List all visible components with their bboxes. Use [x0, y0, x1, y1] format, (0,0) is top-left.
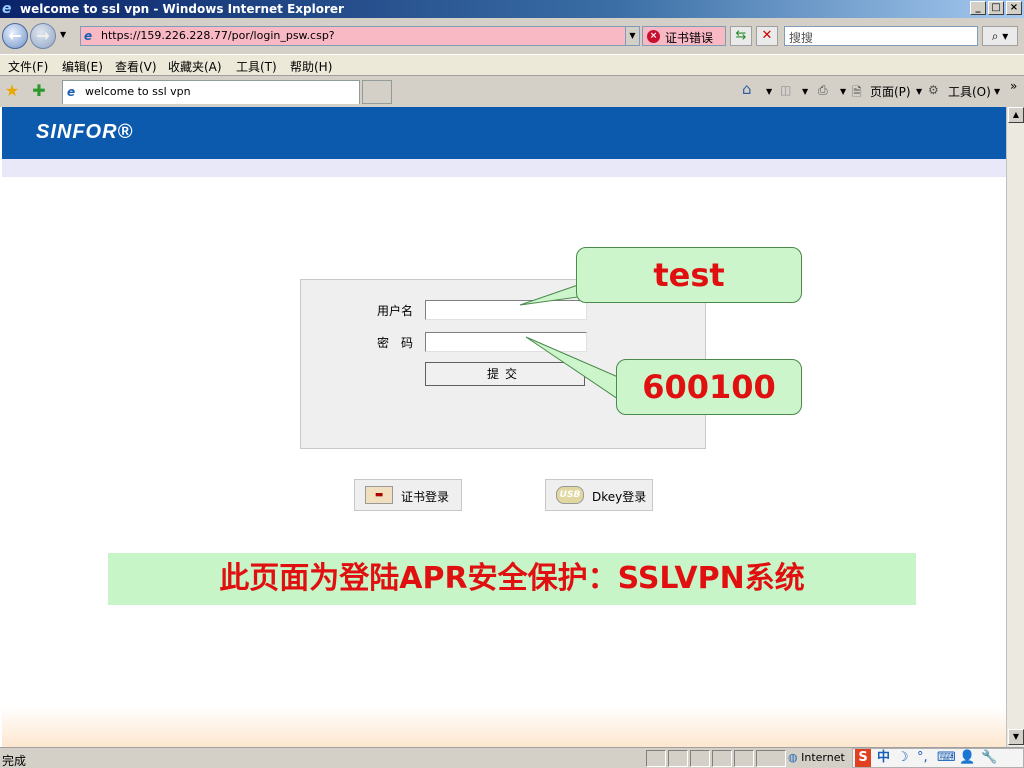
new-tab-button[interactable]	[362, 80, 392, 104]
certificate-icon: ▬	[365, 486, 393, 504]
cert-login-label: 证书登录	[401, 490, 450, 504]
menu-tools[interactable]: 工具(T)	[236, 58, 277, 75]
password-label: 密 码	[377, 336, 414, 350]
history-dropdown[interactable]: ▼	[60, 30, 66, 39]
header-banner: SINFOR®	[2, 107, 1006, 159]
shield-error-icon: ×	[647, 30, 660, 43]
zone-label: Internet	[801, 751, 845, 764]
username-callout: test	[576, 247, 802, 303]
window-title: welcome to ssl vpn - Windows Internet Ex…	[20, 2, 344, 16]
dkey-login-label: Dkey登录	[592, 490, 647, 504]
search-icon: ⌕ ▾	[991, 29, 1009, 43]
page-icon: e	[67, 85, 76, 99]
chevron-down-icon[interactable]: ▼	[994, 87, 1000, 96]
usb-key-icon: USB	[556, 486, 584, 504]
back-button[interactable]: ←	[2, 23, 28, 49]
menu-edit[interactable]: 编辑(E)	[62, 58, 103, 75]
ime-language[interactable]: 中	[877, 749, 890, 767]
username-input[interactable]	[425, 300, 587, 320]
status-cell	[756, 750, 786, 767]
arrow-left-icon: ←	[8, 26, 22, 45]
security-zone[interactable]: ◍ Internet	[788, 750, 858, 767]
page-menu-button[interactable]: 页面(P)	[870, 83, 911, 100]
maximize-button[interactable]: □	[988, 1, 1004, 15]
notice-text: 此页面为登陆APR安全保护：SSLVPN系统	[219, 561, 805, 596]
print-icon[interactable]: ⎙	[818, 83, 828, 98]
refresh-button[interactable]: ⇆	[730, 26, 752, 46]
user-icon[interactable]: 👤	[959, 749, 975, 767]
menu-view[interactable]: 查看(V)	[115, 58, 157, 75]
notice-banner: 此页面为登陆APR安全保护：SSLVPN系统	[108, 553, 916, 605]
search-input[interactable]: 搜搜	[784, 26, 978, 46]
menu-help[interactable]: 帮助(H)	[290, 58, 332, 75]
moon-icon[interactable]: ☽	[897, 749, 909, 767]
status-cell	[712, 750, 732, 767]
tools-menu-button[interactable]: 工具(O)	[948, 83, 991, 100]
cert-error-label: 证书错误	[665, 31, 714, 45]
add-favorite-icon[interactable]: ✚	[30, 82, 48, 100]
address-url: https://159.226.228.77/por/login_psw.csp…	[101, 29, 335, 42]
punctuation-icon[interactable]: °,	[917, 749, 928, 767]
menu-bar: 文件(F) 编辑(E) 查看(V) 收藏夹(A) 工具(T) 帮助(H)	[0, 54, 1024, 76]
ie-logo-icon: e	[2, 1, 12, 17]
page-menu-icon: 🗎	[852, 85, 862, 99]
favorites-star-icon[interactable]: ★	[3, 82, 21, 100]
scroll-up-arrow[interactable]: ▲	[1008, 107, 1024, 123]
scroll-down-arrow[interactable]: ▼	[1008, 729, 1024, 745]
address-dropdown[interactable]: ▼	[625, 27, 639, 45]
status-cell	[734, 750, 754, 767]
password-callout: 600100	[616, 359, 802, 415]
submit-button[interactable]: 提交	[425, 362, 585, 386]
home-icon[interactable]: ⌂	[742, 80, 752, 98]
cert-error-button[interactable]: × 证书错误	[642, 26, 726, 46]
chevron-down-icon[interactable]: ▼	[766, 87, 772, 96]
status-cell	[646, 750, 666, 767]
status-bar: 完成 ◍ Internet S 中 ☽ °, ⌨ 👤 🔧	[0, 747, 1024, 768]
page-viewport: SINFOR® 用户名 密 码 提交 ▬ 证书登录 USB Dkey登录 此页面…	[0, 107, 1006, 747]
stop-icon: ✕	[761, 28, 773, 43]
status-cell	[668, 750, 688, 767]
username-label: 用户名	[377, 304, 414, 318]
forward-button[interactable]: →	[30, 23, 56, 49]
arrow-right-icon: →	[36, 26, 50, 45]
chevron-down-icon: ▼	[60, 30, 67, 39]
tab-current[interactable]: e welcome to ssl vpn	[62, 80, 360, 104]
close-window-button[interactable]: ×	[1006, 1, 1022, 15]
ime-toolbar[interactable]: S 中 ☽ °, ⌨ 👤 🔧	[852, 748, 1024, 768]
dkey-login-button[interactable]: USB Dkey登录	[545, 479, 653, 511]
menu-favorites[interactable]: 收藏夹(A)	[168, 58, 222, 75]
password-input[interactable]	[425, 332, 587, 352]
window-titlebar: e welcome to ssl vpn - Windows Internet …	[0, 0, 1024, 18]
refresh-icon: ⇆	[735, 28, 747, 43]
wrench-icon[interactable]: 🔧	[981, 749, 997, 767]
minimize-button[interactable]: _	[970, 1, 986, 15]
keyboard-icon[interactable]: ⌨	[937, 749, 956, 767]
page-footer-fade	[2, 707, 1006, 747]
stop-button[interactable]: ✕	[756, 26, 778, 46]
chevron-down-icon[interactable]: ▼	[802, 87, 808, 96]
sogou-logo-icon: S	[855, 749, 871, 767]
page-icon: e	[84, 29, 93, 43]
tab-label: welcome to ssl vpn	[85, 85, 191, 98]
gear-icon: ⚙	[928, 83, 939, 97]
feeds-icon[interactable]: ◫	[780, 83, 791, 97]
status-cell	[690, 750, 710, 767]
status-text: 完成	[2, 754, 27, 768]
address-toolbar: ← → ▼ e https://159.226.228.77/por/login…	[0, 18, 1024, 53]
cert-login-button[interactable]: ▬ 证书登录	[354, 479, 462, 511]
globe-icon: ◍	[788, 751, 798, 764]
search-button[interactable]: ⌕ ▾	[982, 26, 1018, 46]
tab-bar: ★ ✚ e welcome to ssl vpn ⌂ ▼ ◫ ▼ ⎙ ▼ 🗎 页…	[0, 77, 1024, 106]
banner-stripe	[2, 159, 1006, 177]
more-chevron-icon[interactable]: »	[1010, 79, 1017, 93]
chevron-down-icon[interactable]: ▼	[916, 87, 922, 96]
chevron-down-icon[interactable]: ▼	[840, 87, 846, 96]
vertical-scrollbar[interactable]: ▲ ▼	[1006, 107, 1024, 747]
address-bar[interactable]: e https://159.226.228.77/por/login_psw.c…	[80, 26, 640, 46]
menu-file[interactable]: 文件(F)	[8, 58, 48, 75]
sinfor-logo: SINFOR®	[36, 121, 134, 143]
